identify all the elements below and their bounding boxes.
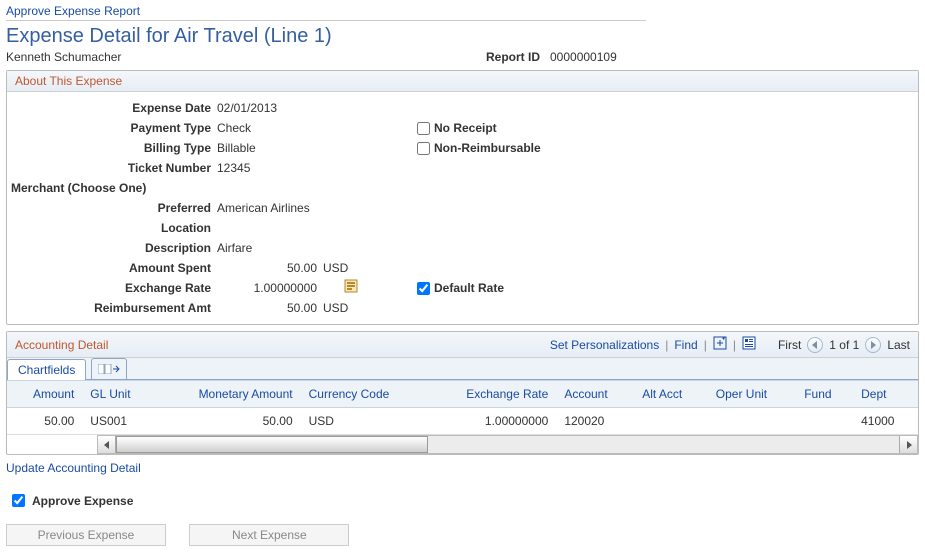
- location-label: Location: [11, 218, 211, 238]
- about-expense-title: About This Expense: [7, 71, 918, 92]
- cell-amount: 50.00: [7, 408, 82, 435]
- find-link[interactable]: Find: [674, 338, 697, 352]
- preferred-value: American Airlines: [217, 198, 377, 218]
- col-dept[interactable]: Dept: [853, 381, 918, 408]
- approve-expense-label: Approve Expense: [32, 494, 133, 508]
- merchant-header: Merchant (Choose One): [11, 178, 211, 198]
- grid-horizontal-scrollbar[interactable]: [97, 435, 918, 454]
- col-amount[interactable]: Amount: [7, 381, 82, 408]
- non-reimbursable-checkbox[interactable]: Non-Reimbursable: [417, 138, 541, 158]
- grid-next-icon[interactable]: [865, 337, 881, 353]
- payment-type-value: Check: [217, 118, 377, 138]
- page-title: Expense Detail for Air Travel (Line 1): [6, 25, 919, 48]
- col-exchange-rate[interactable]: Exchange Rate: [428, 381, 557, 408]
- cell-oper-unit: [708, 408, 796, 435]
- description-label: Description: [11, 238, 211, 258]
- scroll-right-icon[interactable]: [899, 436, 917, 453]
- grid-tabs: Chartfields: [7, 358, 918, 380]
- col-alt-acct[interactable]: Alt Acct: [634, 381, 708, 408]
- default-rate-checkbox[interactable]: Default Rate: [417, 278, 541, 298]
- table-row: 50.00 US001 50.00 USD 1.00000000 120020 …: [7, 408, 918, 435]
- accounting-detail-title: Accounting Detail: [15, 338, 108, 352]
- previous-expense-button[interactable]: Previous Expense: [6, 524, 166, 546]
- divider: [6, 20, 646, 21]
- col-monetary-amount[interactable]: Monetary Amount: [156, 381, 300, 408]
- col-account[interactable]: Account: [556, 381, 634, 408]
- report-id-label: Report ID: [486, 50, 540, 64]
- scroll-thumb[interactable]: [116, 436, 428, 453]
- amount-spent-ccy: USD: [323, 261, 348, 275]
- amount-spent-label: Amount Spent: [11, 258, 211, 278]
- col-gl-unit[interactable]: GL Unit: [82, 381, 156, 408]
- approve-expense-checkbox[interactable]: [12, 494, 25, 507]
- ticket-number-value: 12345: [217, 158, 377, 178]
- preferred-label: Preferred: [11, 198, 211, 218]
- reimbursement-ccy: USD: [323, 301, 348, 315]
- reimbursement-amt-label: Reimbursement Amt: [11, 298, 211, 318]
- payment-type-label: Payment Type: [11, 118, 211, 138]
- tab-show-all-icon[interactable]: [91, 358, 127, 379]
- cell-monetary-amount: 50.00: [156, 408, 300, 435]
- grid-first-label: First: [778, 338, 801, 352]
- cell-gl-unit: US001: [82, 408, 156, 435]
- cell-currency-code: USD: [301, 408, 428, 435]
- update-accounting-detail-link[interactable]: Update Accounting Detail: [6, 461, 141, 475]
- exchange-rate-detail-icon[interactable]: [344, 279, 358, 299]
- col-oper-unit[interactable]: Oper Unit: [708, 381, 796, 408]
- cell-fund: [796, 408, 853, 435]
- billing-type-value: Billable: [217, 138, 377, 158]
- accounting-detail-section: Accounting Detail Set Personalizations |…: [6, 331, 919, 455]
- scroll-left-icon[interactable]: [98, 436, 116, 453]
- breadcrumb[interactable]: Approve Expense Report: [6, 4, 919, 18]
- col-fund[interactable]: Fund: [796, 381, 853, 408]
- non-reimbursable-label: Non-Reimbursable: [434, 138, 541, 158]
- grid-position: 1 of 1: [829, 338, 859, 352]
- no-receipt-checkbox[interactable]: No Receipt: [417, 118, 541, 138]
- cell-exchange-rate: 1.00000000: [428, 408, 557, 435]
- next-expense-button[interactable]: Next Expense: [189, 524, 349, 546]
- cell-alt-acct: [634, 408, 708, 435]
- owner-name: Kenneth Schumacher: [6, 50, 486, 64]
- accounting-grid: Amount GL Unit Monetary Amount Currency …: [7, 380, 918, 435]
- ticket-number-label: Ticket Number: [11, 158, 211, 178]
- billing-type-label: Billing Type: [11, 138, 211, 158]
- tab-chartfields[interactable]: Chartfields: [7, 359, 86, 380]
- exchange-rate-label: Exchange Rate: [11, 278, 211, 298]
- description-value: Airfare: [217, 238, 377, 258]
- about-expense-section: About This Expense Expense Date Payment …: [6, 70, 919, 325]
- cell-account: 120020: [556, 408, 634, 435]
- grid-last-label: Last: [887, 338, 910, 352]
- zoom-icon[interactable]: [713, 336, 727, 353]
- reimbursement-amt-value: 50.00: [217, 298, 317, 318]
- default-rate-label: Default Rate: [434, 278, 504, 298]
- expense-date-label: Expense Date: [11, 98, 211, 118]
- location-value: [217, 218, 377, 238]
- cell-dept: 41000: [853, 408, 918, 435]
- report-id-value: 0000000109: [550, 50, 617, 64]
- amount-spent-value: 50.00: [217, 258, 317, 278]
- set-personalizations-link[interactable]: Set Personalizations: [550, 338, 659, 352]
- no-receipt-label: No Receipt: [434, 118, 497, 138]
- exchange-rate-value: 1.00000000: [217, 278, 317, 298]
- expense-date-value: 02/01/2013: [217, 98, 377, 118]
- grid-prev-icon[interactable]: [807, 337, 823, 353]
- col-currency-code[interactable]: Currency Code: [301, 381, 428, 408]
- download-icon[interactable]: [742, 336, 756, 353]
